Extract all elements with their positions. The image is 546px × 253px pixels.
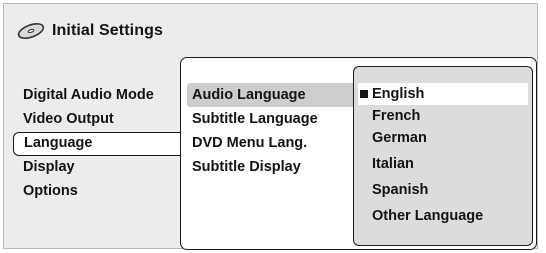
option-label: English xyxy=(372,86,425,102)
option-italian[interactable]: Italian xyxy=(358,151,528,177)
audio-language-options-panel: English French German Italian Spanish Ot… xyxy=(353,66,533,246)
page-title: Initial Settings xyxy=(52,22,163,39)
option-spanish[interactable]: Spanish xyxy=(358,177,528,203)
option-german[interactable]: German xyxy=(358,125,528,151)
main-menu-item-display[interactable]: Display xyxy=(13,156,183,180)
language-submenu-panel: Audio Language Subtitle Language DVD Men… xyxy=(180,57,537,250)
option-label: French xyxy=(372,108,421,124)
option-label: Other Language xyxy=(372,208,484,224)
square-bullet-icon xyxy=(360,90,368,98)
main-menu-item-language[interactable]: Language xyxy=(13,132,181,156)
main-menu-item-digital-audio-mode[interactable]: Digital Audio Mode xyxy=(13,84,183,108)
main-menu: Digital Audio Mode Video Output Language… xyxy=(13,84,183,204)
option-label: Italian xyxy=(372,156,414,172)
submenu-item-subtitle-language[interactable]: Subtitle Language xyxy=(187,107,355,131)
option-other-language[interactable]: Other Language xyxy=(358,203,528,229)
main-menu-item-options[interactable]: Options xyxy=(13,180,183,204)
title-bar: Initial Settings xyxy=(16,18,163,44)
option-label: Spanish xyxy=(372,182,429,198)
language-submenu: Audio Language Subtitle Language DVD Men… xyxy=(187,83,355,179)
initial-settings-screen: Initial Settings Digital Audio Mode Vide… xyxy=(3,3,538,250)
submenu-item-audio-language[interactable]: Audio Language xyxy=(187,83,355,107)
submenu-item-dvd-menu-lang[interactable]: DVD Menu Lang. xyxy=(187,131,355,155)
main-menu-item-video-output[interactable]: Video Output xyxy=(13,108,183,132)
audio-language-options: English French German Italian Spanish Ot… xyxy=(358,83,528,229)
submenu-item-subtitle-display[interactable]: Subtitle Display xyxy=(187,155,355,179)
option-english[interactable]: English xyxy=(358,83,528,105)
disc-icon xyxy=(17,23,45,39)
option-label: German xyxy=(372,130,427,146)
